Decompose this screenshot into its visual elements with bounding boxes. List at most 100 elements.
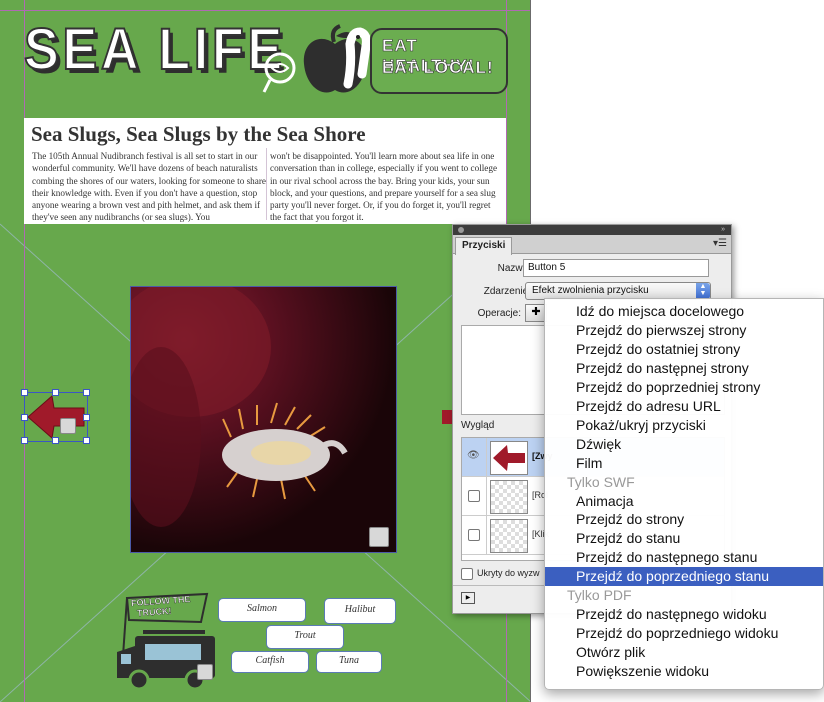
selection-handle[interactable] (52, 389, 59, 396)
menu-item[interactable]: Przejdź do pierwszej strony (545, 321, 823, 340)
right-arrow-button[interactable] (442, 410, 452, 424)
menu-item[interactable]: Przejdź do następnej strony (545, 359, 823, 378)
preview-icon[interactable]: ▶ (461, 592, 475, 604)
menu-item[interactable]: Przejdź do strony (545, 510, 823, 529)
selection-handle[interactable] (21, 437, 28, 444)
state-checkbox[interactable] (468, 529, 480, 541)
tab-przyciski[interactable]: Przyciski (455, 237, 513, 255)
article-frame[interactable]: Sea Slugs, Sea Slugs by the Sea Shore Th… (24, 118, 506, 224)
menu-section-header: Tylko PDF (545, 586, 823, 605)
menu-item-label: Przejdź do pierwszej strony (576, 321, 747, 338)
panel-menu-icon[interactable]: ▾☰ (713, 238, 727, 249)
panel-tabbar: Przyciski ▾☰ (453, 235, 731, 255)
salmon-button[interactable]: Salmon (218, 598, 306, 622)
hidden-checkbox[interactable] (461, 568, 473, 580)
menu-item[interactable]: Przejdź do następnego stanu (545, 548, 823, 567)
actions-label: Operacje: (477, 308, 521, 319)
menu-item-label: Przejdź do następnego stanu (576, 549, 758, 566)
menu-item-label: Otwórz plik (576, 644, 646, 661)
menu-item[interactable]: Przejdź do następnego widoku (545, 605, 823, 624)
menu-item-label: Przejdź do ostatniej strony (576, 340, 741, 357)
button-state-icon (197, 664, 213, 680)
name-field[interactable]: Button 5 (523, 259, 709, 277)
event-label: Zdarzenie: (483, 286, 531, 297)
menu-item[interactable]: Dźwięk (545, 435, 823, 454)
tuna-button[interactable]: Tuna (316, 651, 382, 673)
visibility-cell[interactable] (462, 477, 487, 515)
menu-item-label: Tylko PDF (567, 587, 632, 604)
state-thumbnail (490, 519, 528, 553)
menu-item-label: Dźwięk (576, 435, 622, 452)
eat-local-bubble: EAT HEALTHY! EAT LOCAL! (370, 28, 508, 94)
menu-item[interactable]: Powiększenie widoku (545, 662, 823, 681)
menu-item-label: Tylko SWF (567, 473, 635, 490)
menu-item[interactable]: Idź do miejsca docelowego (545, 302, 823, 321)
menu-item-label: Przejdź do poprzedniej strony (576, 378, 761, 395)
menu-item[interactable]: Otwórz plik (545, 643, 823, 662)
menu-item[interactable]: Przejdź do stanu (545, 529, 823, 548)
left-arrow-icon (493, 445, 525, 471)
selection-handle[interactable] (21, 389, 28, 396)
actions-dropdown-menu[interactable]: Idź do miejsca docelowego Przejdź do pier… (544, 298, 824, 690)
menu-item-label: Powiększenie widoku (576, 663, 710, 680)
button-state-icon (60, 418, 76, 434)
state-checkbox[interactable] (468, 490, 480, 502)
panel-collapse-icon[interactable]: » (721, 226, 725, 233)
updown-arrows-icon: ▲ ▼ (696, 283, 710, 299)
margin-guide-left (24, 0, 25, 702)
selection-handle[interactable] (52, 437, 59, 444)
trout-button[interactable]: Trout (266, 625, 344, 649)
bubble-line-2: EAT LOCAL! (382, 58, 494, 78)
menu-item-label: Pokaż/ukryj przyciski (576, 416, 706, 433)
column-divider (266, 148, 267, 220)
menu-item[interactable]: Animacja (545, 492, 823, 511)
selection-handle[interactable] (21, 414, 28, 421)
eye-icon[interactable]: 👁 (467, 450, 480, 461)
menu-item[interactable]: Przejdź do poprzedniego widoku (545, 624, 823, 643)
menu-item-label: Przejdź do poprzedniego widoku (576, 625, 779, 642)
menu-item-label: Przejdź do stanu (576, 530, 681, 547)
name-label: Nazwa: (497, 263, 531, 274)
state-thumbnail (490, 441, 528, 475)
menu-item[interactable]: Pokaż/ukryj przyciski (545, 416, 823, 435)
sea-life-title[interactable]: SEA LIFE (23, 16, 286, 83)
state-thumbnail (490, 480, 528, 514)
visibility-cell[interactable] (462, 516, 487, 554)
menu-item-label: Przejdź do następnej strony (576, 359, 749, 376)
menu-item-label: Przejdź do adresu URL (576, 397, 721, 414)
menu-item[interactable]: Przejdź do ostatniej strony (545, 340, 823, 359)
apple-worm-icon (303, 24, 370, 93)
selection-frame (24, 392, 88, 442)
menu-item[interactable]: Przejdź do adresu URL (545, 397, 823, 416)
halibut-button[interactable]: Halibut (324, 598, 396, 624)
menu-item[interactable]: Przejdź do poprzedniej strony (545, 378, 823, 397)
menu-item-label: Przejdź do następnego widoku (576, 606, 767, 623)
article-headline: Sea Slugs, Sea Slugs by the Sea Shore (31, 122, 366, 146)
nudibranch-photo[interactable] (130, 286, 397, 553)
catfish-button[interactable]: Catfish (231, 651, 309, 673)
article-column-2: won't be disappointed. You'll learn more… (270, 151, 498, 223)
menu-item-label: Przejdź do strony (576, 511, 685, 528)
article-column-1: The 105th Annual Nudibranch festival is … (32, 151, 266, 223)
visibility-cell[interactable]: 👁 (462, 438, 487, 476)
menu-item-label: Film (576, 454, 603, 471)
selection-handle[interactable] (83, 389, 90, 396)
menu-item-label: Animacja (576, 492, 634, 509)
panel-close-icon[interactable] (458, 227, 464, 233)
selection-handle[interactable] (83, 414, 90, 421)
panel-titlebar[interactable]: » (453, 225, 731, 235)
hidden-label: Ukryty do wyzw (477, 568, 540, 578)
back-arrow-button[interactable] (21, 389, 90, 444)
margin-guide-top (0, 10, 531, 11)
menu-section-header: Tylko SWF (545, 473, 823, 492)
menu-item-label: Idź do miejsca docelowego (576, 303, 745, 319)
button-state-icon (369, 527, 389, 547)
menu-item[interactable]: Film (545, 454, 823, 473)
menu-item[interactable]: Przejdź do poprzedniego stanu (545, 567, 823, 587)
appearance-label: Wygląd (461, 420, 495, 431)
photo-art (131, 287, 348, 527)
magnifier-fish-icon (262, 52, 296, 93)
menu-item-label: Przejdź do poprzedniego stanu (576, 568, 770, 585)
selection-handle[interactable] (83, 437, 90, 444)
event-select-value: Efekt zwolnienia przycisku (532, 285, 649, 296)
